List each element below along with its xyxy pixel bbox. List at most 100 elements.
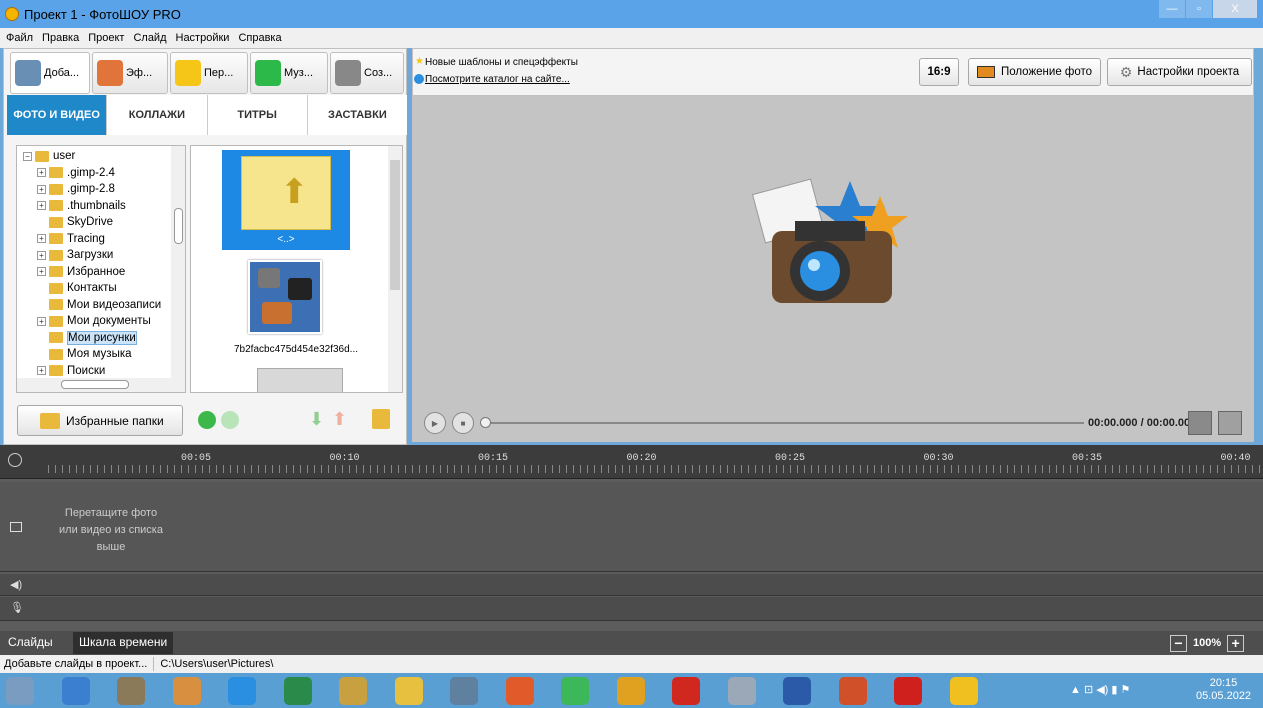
burn-icon[interactable] [394,677,423,705]
tab-photo-video[interactable]: ФОТО И ВИДЕО [7,95,108,135]
opera-icon[interactable] [894,677,922,705]
tree-item[interactable]: + .gimp-2.4 [37,165,115,181]
tree-item[interactable]: + .gimp-2.8 [37,181,115,197]
tab-effects[interactable]: Эф... [92,52,168,94]
tree-vertical-scrollbar[interactable] [171,146,185,378]
tree-item[interactable]: − user [23,148,75,164]
move-up-icon[interactable]: ⬆ [332,409,350,429]
menu-help[interactable]: Справка [238,32,281,44]
expand-toggle-icon[interactable]: + [37,234,46,243]
folder-icon [49,315,63,327]
folder-tree[interactable]: − user + .gimp-2.4 + .gimp-2.8 + .thumbnails Sky… [16,145,186,393]
close-button[interactable]: X [1213,0,1257,18]
voice-track[interactable]: 🎙 [0,597,1263,621]
snapshot-button[interactable] [1188,411,1212,435]
tree-connector [37,218,46,227]
tree-connector [37,284,46,293]
file-thumbnail-cats[interactable] [248,260,322,334]
time-ruler[interactable]: 00:05 00:10 00:15 00:20 00:25 00:30 00:35 00:40 [0,445,1263,479]
chrome-icon[interactable] [616,677,645,705]
tree-item[interactable]: + Загрузки [37,247,113,263]
control-panel-icon[interactable] [6,677,34,705]
stop-button[interactable]: ■ [452,412,474,434]
minimize-button[interactable]: — [1159,0,1185,18]
menu-project[interactable]: Проект [88,32,124,44]
expand-toggle-icon[interactable]: + [37,184,46,194]
tab-transitions[interactable]: Пер... [170,52,248,94]
expand-toggle-icon[interactable]: + [37,267,46,276]
maximize-button[interactable]: ▫ [1186,0,1212,18]
seek-track[interactable] [484,422,1084,424]
move-down-icon[interactable]: ⬇ [309,409,327,429]
browser-icon[interactable] [61,677,90,705]
audio-icon[interactable] [505,677,534,705]
expand-toggle-icon[interactable]: + [37,366,46,375]
fullscreen-button[interactable] [1218,411,1242,435]
internet-explorer-icon[interactable] [228,677,256,705]
tree-hscroll-thumb[interactable] [61,380,129,389]
expand-toggle-icon[interactable]: + [37,201,46,210]
tree-item[interactable]: + Tracing [37,231,105,247]
calculator-icon[interactable] [727,677,756,705]
tree-item[interactable]: + Поиски [37,363,105,379]
palette-icon [97,60,123,86]
catalog-link[interactable]: Посмотрите каталог на сайте... [425,74,570,85]
file-thumbnail[interactable] [257,368,343,392]
tab-create[interactable]: Соз... [330,52,404,94]
tab-timeline[interactable]: Шкала времени [73,632,174,654]
photo-app-icon[interactable] [172,677,201,705]
folder-heart-icon [40,412,60,429]
zoom-out-button[interactable]: − [1170,634,1187,652]
taskbar-clock[interactable]: 20:15 05.05.2022 [1196,677,1251,703]
menu-edit[interactable]: Правка [42,32,79,44]
photo-position-button[interactable]: Положение фото [968,58,1101,86]
gimp-icon[interactable] [117,677,145,705]
tab-add[interactable]: Доба... [10,52,90,94]
tab-intros[interactable]: ЗАСТАВКИ [308,95,407,135]
title-bar: Проект 1 - ФотоШОУ PRO — ▫ X [0,0,1263,28]
add-folder-icon[interactable] [372,409,390,429]
a-app-icon[interactable] [561,677,589,705]
forward-icon[interactable] [221,411,239,429]
back-icon[interactable] [198,411,216,429]
expand-toggle-icon[interactable]: − [23,151,32,161]
tree-scroll-thumb[interactable] [174,208,183,244]
tab-slides[interactable]: Слайды [8,635,53,649]
tree-item[interactable]: Мои видеозаписи [37,297,161,313]
acrobat-icon[interactable] [672,677,700,705]
word-icon[interactable] [783,677,811,705]
menu-settings[interactable]: Настройки [176,32,230,44]
aspect-ratio-button[interactable]: 16:9 [919,58,959,86]
tree-item[interactable]: + .thumbnails [37,198,126,214]
tree-item[interactable]: Контакты [37,280,117,296]
tree-item[interactable]: SkyDrive [37,214,113,230]
project-settings-button[interactable]: ⚙ Настройки проекта [1107,58,1252,86]
paint-icon[interactable] [339,677,367,705]
tree-item[interactable]: Моя музыка [37,346,132,362]
tab-titles[interactable]: ТИТРЫ [208,95,308,135]
tab-collages[interactable]: КОЛЛАЖИ [107,95,208,135]
favorite-folders-button[interactable]: Избранные папки [17,405,183,436]
video-track[interactable]: Перетащите фото или видео из списка выше [0,482,1263,572]
system-tray[interactable]: ▲ ⊡ ◀) ▮ ⚑ [1070,683,1130,696]
fotoshow-icon[interactable] [949,677,978,705]
tree-item[interactable]: + Избранное [37,264,125,280]
play-button[interactable]: ▶ [424,412,446,434]
seek-slider[interactable] [480,417,491,428]
powerpoint-icon[interactable] [838,677,867,705]
expand-toggle-icon[interactable]: + [37,168,46,177]
tree-item[interactable]: Мои рисунки [37,330,137,346]
ruler-tick-label: 00:05 [181,453,212,464]
excel-icon[interactable] [283,677,312,705]
expand-toggle-icon[interactable]: + [37,250,46,260]
menu-file[interactable]: Файл [6,32,33,44]
expand-toggle-icon[interactable]: + [37,316,46,326]
draw-icon[interactable] [450,677,478,705]
tab-music[interactable]: Муз... [250,52,328,94]
audio-track[interactable]: ◀) [0,574,1263,596]
tree-item[interactable]: + Мои документы [37,313,151,329]
zoom-in-button[interactable]: + [1227,634,1245,652]
music-note-icon [255,60,281,86]
files-scroll-thumb[interactable] [390,160,400,290]
menu-slide[interactable]: Слайд [133,32,166,44]
